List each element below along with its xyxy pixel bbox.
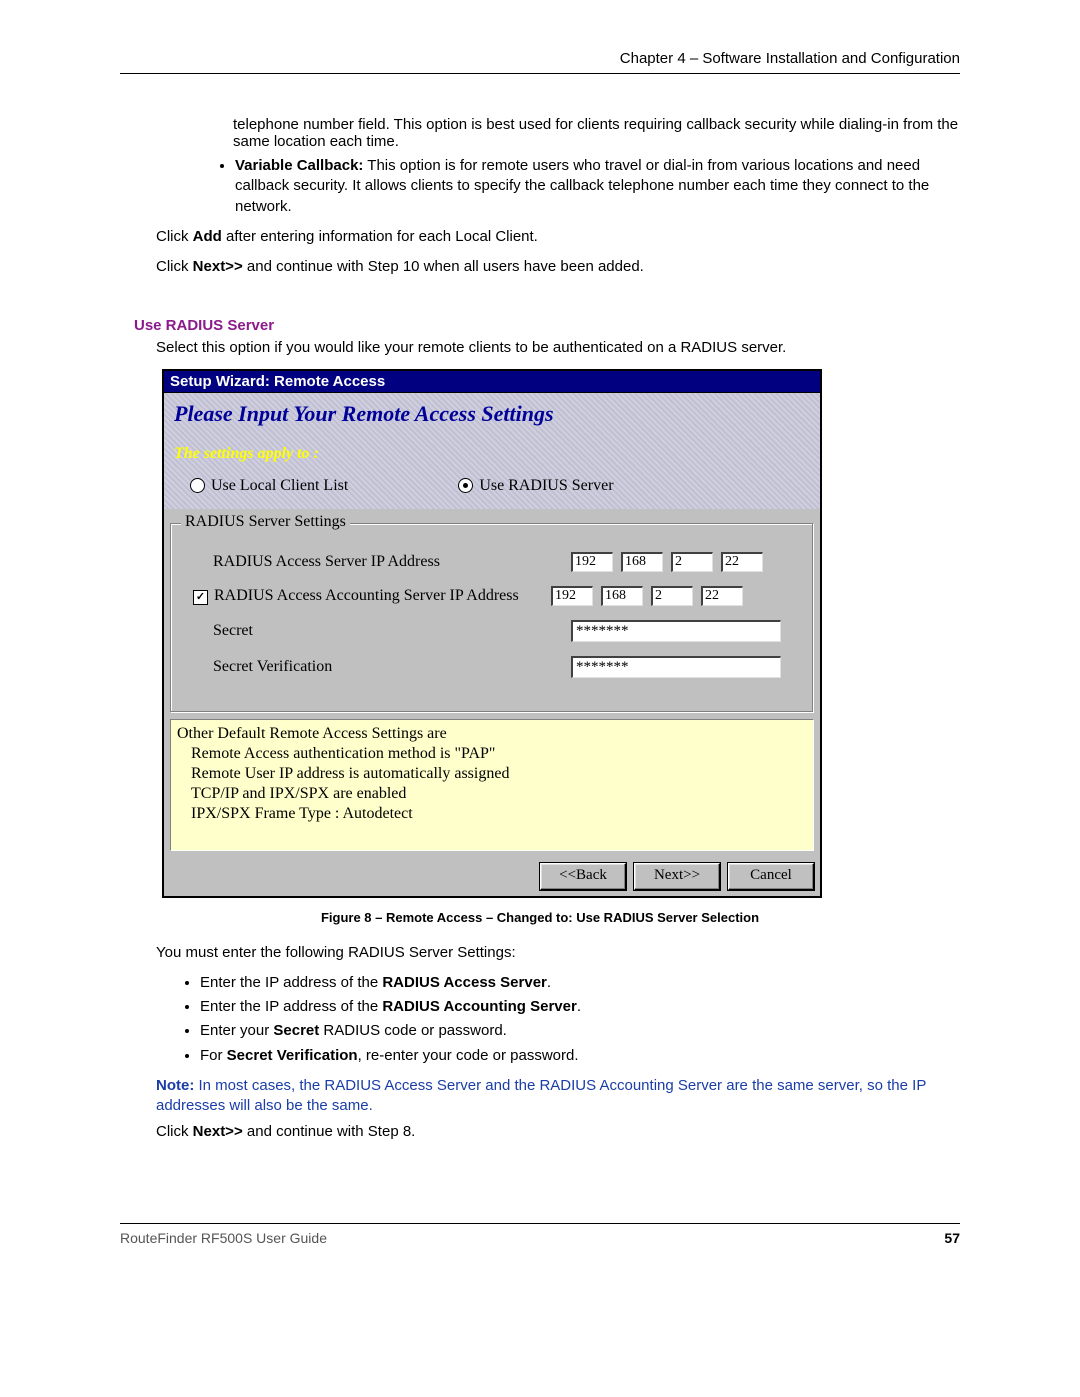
radius-settings-fieldset: RADIUS Server Settings RADIUS Access Ser… (170, 523, 814, 713)
radio-off-icon (190, 478, 205, 493)
default-settings-box: Other Default Remote Access Settings are… (170, 719, 814, 851)
variable-callback-label: Variable Callback: (235, 157, 363, 174)
click-next-para: Click Next>> and continue with Step 10 w… (156, 257, 960, 277)
next-button[interactable]: Next>> (634, 863, 720, 890)
setup-wizard-dialog: Setup Wizard: Remote Access Please Input… (162, 369, 822, 898)
radio-on-icon (458, 478, 473, 493)
info-line-1: Remote Access authentication method is "… (191, 744, 807, 764)
settings-list: Enter the IP address of the RADIUS Acces… (120, 973, 960, 1066)
page-footer: RouteFinder RF500S User Guide 57 (120, 1223, 960, 1246)
dialog-heading: Please Input Your Remote Access Settings (174, 401, 812, 427)
radio-local-client[interactable]: Use Local Client List (190, 477, 348, 495)
info-head: Other Default Remote Access Settings are (177, 724, 807, 744)
access-ip-octet-3[interactable] (671, 552, 713, 572)
cancel-button[interactable]: Cancel (728, 863, 814, 890)
acct-ip-octet-3[interactable] (651, 586, 693, 606)
section-title-use-radius: Use RADIUS Server (134, 317, 960, 334)
callback-list: Variable Callback: This option is for re… (120, 156, 960, 217)
dialog-top-panel: Please Input Your Remote Access Settings… (164, 393, 820, 509)
label-accounting-ip: ✓RADIUS Access Accounting Server IP Addr… (193, 587, 543, 605)
fieldset-legend: RADIUS Server Settings (181, 513, 350, 531)
callback-telephone-text: telephone number field. This option is b… (233, 116, 960, 150)
figure-caption: Figure 8 – Remote Access – Changed to: U… (120, 910, 960, 925)
label-access-ip: RADIUS Access Server IP Address (193, 553, 563, 571)
back-button[interactable]: <<Back (540, 863, 626, 890)
final-next-para: Click Next>> and continue with Step 8. (156, 1122, 960, 1142)
acct-ip-octet-2[interactable] (601, 586, 643, 606)
figure-dialog: Setup Wizard: Remote Access Please Input… (162, 369, 822, 898)
list-item: For Secret Verification, re-enter your c… (200, 1046, 960, 1066)
radio-use-radius[interactable]: Use RADIUS Server (458, 477, 613, 495)
secret-verify-input[interactable] (571, 656, 781, 678)
access-ip-octet-2[interactable] (621, 552, 663, 572)
post-intro: You must enter the following RADIUS Serv… (156, 943, 960, 963)
access-ip-octet-4[interactable] (721, 552, 763, 572)
dialog-titlebar: Setup Wizard: Remote Access (164, 371, 820, 393)
list-item: Enter the IP address of the RADIUS Accou… (200, 997, 960, 1017)
info-line-4: IPX/SPX Frame Type : Autodetect (191, 804, 807, 824)
info-line-2: Remote User IP address is automatically … (191, 764, 807, 784)
label-secret: Secret (193, 622, 563, 640)
footer-page-number: 57 (944, 1230, 960, 1246)
note: Note: In most cases, the RADIUS Access S… (156, 1076, 960, 1117)
secret-input[interactable] (571, 620, 781, 642)
click-add-para: Click Add after entering information for… (156, 227, 960, 247)
page-header: Chapter 4 – Software Installation and Co… (120, 50, 960, 74)
access-ip-octet-1[interactable] (571, 552, 613, 572)
dialog-button-row: <<Back Next>> Cancel (164, 861, 820, 896)
acct-ip-octet-4[interactable] (701, 586, 743, 606)
list-item: Enter your Secret RADIUS code or passwor… (200, 1021, 960, 1041)
footer-guide: RouteFinder RF500S User Guide (120, 1230, 327, 1246)
acct-ip-octet-1[interactable] (551, 586, 593, 606)
dialog-applyto: The settings apply to : (174, 445, 812, 463)
label-secret-verify: Secret Verification (193, 658, 563, 676)
info-line-3: TCP/IP and IPX/SPX are enabled (191, 784, 807, 804)
checkbox-accounting[interactable]: ✓ (193, 590, 208, 605)
list-item: Enter the IP address of the RADIUS Acces… (200, 973, 960, 993)
variable-callback-item: Variable Callback: This option is for re… (235, 156, 960, 217)
section-desc: Select this option if you would like you… (156, 338, 960, 358)
